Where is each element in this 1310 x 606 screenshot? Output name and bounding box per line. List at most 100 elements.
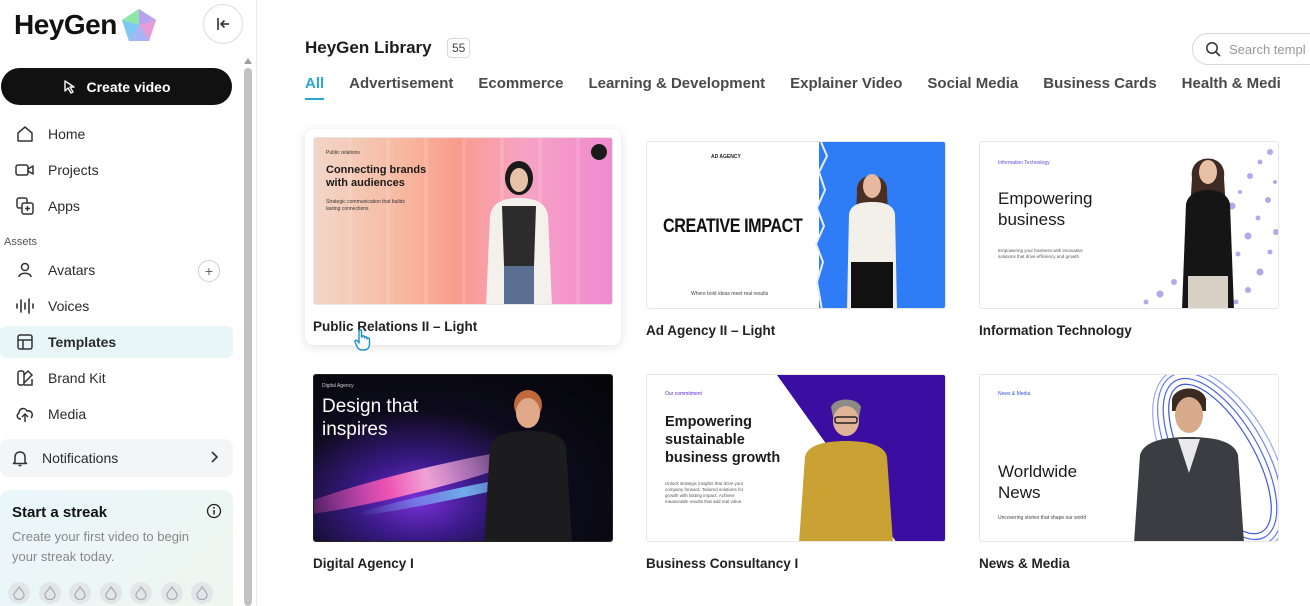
- avatar-person: [799, 399, 893, 541]
- thumb-kicker: Information Technology: [998, 160, 1050, 166]
- sidebar-item-label: Media: [48, 406, 87, 422]
- tab-health-medical[interactable]: Health & Medi: [1182, 75, 1281, 98]
- add-avatar-button[interactable]: +: [198, 260, 220, 282]
- sidebar-scrollbar[interactable]: [244, 68, 252, 606]
- sidebar-item-label: Templates: [48, 334, 117, 350]
- category-tabs: All Advertisement Ecommerce Learning & D…: [305, 75, 1306, 100]
- flame-icon: [160, 582, 183, 604]
- flame-icon: [8, 582, 30, 604]
- sidebar-item-brand-kit[interactable]: Brand Kit: [0, 362, 233, 394]
- tab-business-cards[interactable]: Business Cards: [1043, 75, 1156, 98]
- logo-gem-icon: [121, 8, 157, 42]
- avatar-person: [484, 390, 572, 541]
- template-thumbnail: AD AGENCY CREATIVE IMPACT Where bold ide…: [646, 141, 946, 309]
- sidebar-item-label: Home: [48, 126, 86, 142]
- template-title: Ad Agency II – Light: [646, 323, 776, 338]
- template-thumbnail: Digital Agency Design that inspires: [313, 374, 613, 542]
- hand-cursor-icon: [354, 329, 371, 351]
- logo-text: HeyGen: [14, 9, 117, 40]
- sidebar-item-projects[interactable]: Projects: [0, 154, 233, 186]
- video-camera-icon: [15, 160, 35, 180]
- thumb-subtext: Strategic communication that builds last…: [326, 199, 405, 212]
- search-icon: [1206, 42, 1221, 57]
- chevron-right-icon: [209, 450, 219, 467]
- cursor-click-icon: [64, 79, 76, 94]
- thumb-subtext: Empowering your business with innovative…: [998, 248, 1083, 259]
- thumb-kicker: Public relations: [326, 150, 360, 156]
- thumb-subtext: Uncovering stories that shape our world: [998, 515, 1087, 521]
- tab-social-media[interactable]: Social Media: [927, 75, 1018, 98]
- thumb-headline: CREATIVE IMPACT: [663, 216, 803, 237]
- streak-description: Create your first video to begin your st…: [12, 529, 190, 564]
- template-card[interactable]: Information Technology Empowering busine…: [979, 141, 1279, 341]
- sidebar-item-label: Apps: [48, 198, 80, 214]
- streak-days: [8, 582, 222, 604]
- heygen-logo[interactable]: HeyGen: [14, 8, 157, 42]
- sidebar-item-home[interactable]: Home: [0, 118, 233, 150]
- template-thumbnail: News & Media Worldwide News Uncovering s…: [979, 374, 1279, 542]
- collapse-sidebar-button[interactable]: [203, 4, 243, 44]
- thumb-subtext: Unlock strategic insights that drive you…: [665, 481, 744, 504]
- waveform-icon: [15, 296, 35, 316]
- template-title: Public Relations II – Light: [313, 319, 478, 334]
- sidebar-item-label: Brand Kit: [48, 370, 106, 386]
- sidebar-item-voices[interactable]: Voices: [0, 290, 233, 322]
- flame-icon: [130, 582, 152, 604]
- thumb-subtext: Where bold ideas meet real results: [691, 291, 769, 297]
- sidebar-item-label: Projects: [48, 162, 99, 178]
- template-library: HeyGen Library 55 Search templ All Adver…: [257, 0, 1310, 606]
- notifications-label: Notifications: [42, 450, 119, 466]
- search-input[interactable]: Search templ: [1192, 33, 1310, 65]
- flame-icon: [99, 582, 122, 604]
- sidebar-item-media[interactable]: Media: [0, 398, 233, 430]
- sidebar-item-apps[interactable]: Apps: [0, 190, 233, 222]
- template-title: News & Media: [979, 556, 1070, 571]
- sidebar: HeyGen Create video Home Projects Apps A…: [0, 0, 257, 606]
- streak-card: Start a streak Create your first video t…: [0, 490, 233, 606]
- thumb-headline: Connecting brands with audiences: [326, 164, 427, 189]
- user-icon: [15, 260, 35, 280]
- upload-cloud-icon: [15, 404, 35, 424]
- thumb-kicker: AD AGENCY: [711, 154, 741, 160]
- tab-advertisement[interactable]: Advertisement: [349, 75, 453, 98]
- thumb-kicker: Digital Agency: [322, 383, 354, 389]
- home-icon: [15, 124, 35, 144]
- bell-icon: [11, 449, 29, 467]
- create-video-button[interactable]: Create video: [1, 68, 232, 105]
- flame-icon: [191, 582, 213, 604]
- tab-all[interactable]: All: [305, 75, 325, 100]
- template-card[interactable]: Public relations Connecting brands with …: [305, 129, 621, 345]
- sidebar-item-templates[interactable]: Templates: [0, 326, 233, 358]
- sidebar-item-label: Voices: [48, 298, 90, 314]
- template-title: Business Consultancy I: [646, 556, 799, 571]
- avatar-person: [847, 174, 897, 308]
- tab-explainer-video[interactable]: Explainer Video: [790, 75, 902, 98]
- scroll-up-arrow[interactable]: [244, 58, 252, 64]
- avatar-person: [486, 161, 552, 304]
- streak-title: Start a streak: [12, 504, 108, 521]
- thumb-kicker: News & Media: [998, 391, 1031, 397]
- thumb-headline: Empowering business: [998, 189, 1093, 229]
- library-title: HeyGen Library: [305, 38, 432, 57]
- template-card[interactable]: Our commitment Empowering sustainable bu…: [646, 374, 946, 574]
- library-count-badge: 55: [447, 38, 471, 58]
- avatar-person: [1134, 388, 1244, 541]
- thumb-headline: Empowering sustainable business growth: [665, 414, 781, 466]
- template-title: Information Technology: [979, 323, 1132, 338]
- search-placeholder: Search templ: [1229, 41, 1306, 57]
- tab-ecommerce[interactable]: Ecommerce: [478, 75, 563, 98]
- template-card[interactable]: AD AGENCY CREATIVE IMPACT Where bold ide…: [646, 141, 946, 341]
- collapse-left-icon: [217, 18, 229, 30]
- template-card[interactable]: Digital Agency Design that inspires Digi…: [313, 374, 613, 574]
- brand-kit-icon: [15, 368, 35, 388]
- thumb-kicker: Our commitment: [665, 391, 702, 397]
- notifications-button[interactable]: Notifications: [0, 439, 233, 477]
- tab-learning-development[interactable]: Learning & Development: [588, 75, 765, 98]
- template-card[interactable]: News & Media Worldwide News Uncovering s…: [979, 374, 1279, 574]
- template-thumbnail: Our commitment Empowering sustainable bu…: [646, 374, 946, 542]
- template-title: Digital Agency I: [313, 556, 414, 571]
- create-video-label: Create video: [86, 78, 171, 95]
- info-icon[interactable]: [206, 503, 222, 524]
- flame-icon: [69, 582, 91, 604]
- template-thumbnail: Public relations Connecting brands with …: [313, 137, 613, 305]
